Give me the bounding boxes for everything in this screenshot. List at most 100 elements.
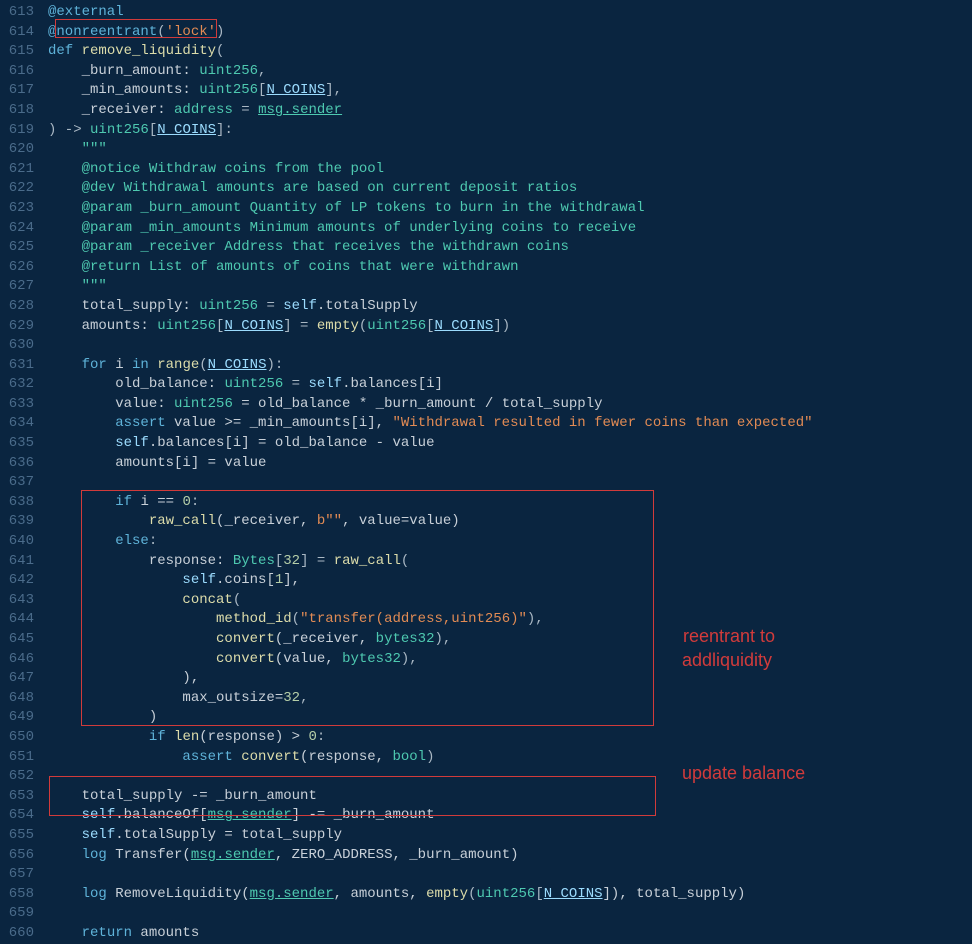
token-kw: assert bbox=[115, 415, 174, 431]
code-line: return amounts bbox=[48, 924, 972, 944]
line-number: 613 bbox=[0, 3, 34, 23]
token-cmt: """ bbox=[48, 141, 107, 157]
token-ident: Transfer( bbox=[115, 847, 191, 863]
code-line: total_supply -= _burn_amount bbox=[48, 787, 972, 807]
code-line: ) bbox=[48, 708, 972, 728]
line-number: 617 bbox=[0, 81, 34, 101]
token-msg: msg.sender bbox=[191, 847, 275, 863]
token-ident: (_receiver, bbox=[216, 513, 317, 529]
code-content: @external@nonreentrant('lock')def remove… bbox=[48, 3, 972, 944]
token-punct: , bbox=[300, 690, 308, 706]
code-line: convert(value, bytes32), bbox=[48, 650, 972, 670]
token-ident: ], bbox=[283, 572, 300, 588]
line-number: 644 bbox=[0, 610, 34, 630]
token-cmt: """ bbox=[48, 278, 107, 294]
token-punct: = bbox=[258, 298, 283, 314]
token-cmt: @notice Withdraw coins from the pool bbox=[48, 161, 384, 177]
token-ident: .totalSupply bbox=[317, 298, 418, 314]
token-ident: i == bbox=[140, 494, 182, 510]
token-ident: (response) > bbox=[199, 729, 308, 745]
line-number: 622 bbox=[0, 179, 34, 199]
token-ident: (_receiver, bbox=[275, 631, 376, 647]
line-number: 630 bbox=[0, 336, 34, 356]
token-self: self bbox=[182, 572, 216, 588]
code-line: @param _min_amounts Minimum amounts of u… bbox=[48, 219, 972, 239]
token-punct: ( bbox=[157, 24, 165, 40]
line-number: 642 bbox=[0, 571, 34, 591]
line-number: 658 bbox=[0, 885, 34, 905]
token-type: uint256 bbox=[367, 318, 426, 334]
line-number: 616 bbox=[0, 62, 34, 82]
token-ident: , ZERO_ADDRESS, _burn_amount) bbox=[275, 847, 519, 863]
token-kw: return bbox=[82, 925, 141, 941]
token-str: 'lock' bbox=[166, 24, 216, 40]
token-fn: convert bbox=[241, 749, 300, 765]
token-punct: ( bbox=[233, 592, 241, 608]
token-fn: convert bbox=[216, 651, 275, 667]
token-const: N_COINS bbox=[157, 122, 216, 138]
token-ident bbox=[48, 415, 115, 431]
token-fn: raw_call bbox=[149, 513, 216, 529]
code-line: self.balances[i] = old_balance - value bbox=[48, 434, 972, 454]
line-number: 648 bbox=[0, 689, 34, 709]
token-cmt: @return List of amounts of coins that we… bbox=[48, 259, 518, 275]
token-msg: msg.sender bbox=[250, 886, 334, 902]
token-punct: ) bbox=[426, 749, 434, 765]
token-str: b"" bbox=[317, 513, 342, 529]
token-ident: response: bbox=[48, 553, 233, 569]
code-line: @dev Withdrawal amounts are based on cur… bbox=[48, 179, 972, 199]
token-punct: = bbox=[283, 376, 308, 392]
token-const: N_COINS bbox=[208, 357, 267, 373]
token-ident: .balances[i] = old_balance - value bbox=[149, 435, 435, 451]
token-ident: .balances[i] bbox=[342, 376, 443, 392]
code-line: method_id("transfer(address,uint256)"), bbox=[48, 610, 972, 630]
token-fn: empty bbox=[426, 886, 468, 902]
line-number: 643 bbox=[0, 591, 34, 611]
line-number: 650 bbox=[0, 728, 34, 748]
token-punct: : bbox=[317, 729, 325, 745]
token-ident bbox=[48, 572, 182, 588]
token-ident: amounts: bbox=[48, 318, 157, 334]
token-ident: i bbox=[115, 357, 132, 373]
code-line: amounts: uint256[N_COINS] = empty(uint25… bbox=[48, 317, 972, 337]
code-line: """ bbox=[48, 140, 972, 160]
token-num: 0 bbox=[182, 494, 190, 510]
line-number: 623 bbox=[0, 199, 34, 219]
line-number-gutter: 6136146156166176186196206216226236246256… bbox=[0, 3, 48, 944]
code-line: assert convert(response, bool) bbox=[48, 748, 972, 768]
token-punct: ], bbox=[325, 82, 342, 98]
token-ident: RemoveLiquidity( bbox=[115, 886, 249, 902]
code-editor: 6136146156166176186196206216226236246256… bbox=[0, 0, 972, 944]
token-punct: ), bbox=[527, 611, 544, 627]
token-str: "transfer(address,uint256)" bbox=[300, 611, 527, 627]
token-ident: ) bbox=[48, 709, 157, 725]
line-number: 636 bbox=[0, 454, 34, 474]
code-line bbox=[48, 904, 972, 924]
token-punct: : bbox=[149, 533, 157, 549]
token-ident bbox=[48, 729, 149, 745]
token-fn: remove_liquidity bbox=[82, 43, 216, 59]
code-line: if len(response) > 0: bbox=[48, 728, 972, 748]
line-number: 627 bbox=[0, 277, 34, 297]
token-punct: [ bbox=[149, 122, 157, 138]
token-str: "Withdrawal resulted in fewer coins than… bbox=[392, 415, 812, 431]
line-number: 638 bbox=[0, 493, 34, 513]
token-num: 0 bbox=[308, 729, 316, 745]
code-line: concat( bbox=[48, 591, 972, 611]
code-line bbox=[48, 473, 972, 493]
code-line: for i in range(N_COINS): bbox=[48, 356, 972, 376]
token-punct: , bbox=[258, 63, 266, 79]
code-line: _min_amounts: uint256[N_COINS], bbox=[48, 81, 972, 101]
token-cmt: @param _receiver Address that receives t… bbox=[48, 239, 569, 255]
line-number: 621 bbox=[0, 160, 34, 180]
token-self: self bbox=[308, 376, 342, 392]
token-punct: : bbox=[191, 494, 199, 510]
token-punct: ]: bbox=[216, 122, 233, 138]
token-cmt: @dev Withdrawal amounts are based on cur… bbox=[48, 180, 577, 196]
token-fn: empty bbox=[317, 318, 359, 334]
token-const: N_COINS bbox=[544, 886, 603, 902]
token-ident bbox=[48, 925, 82, 941]
code-line: response: Bytes[32] = raw_call( bbox=[48, 552, 972, 572]
token-punct: ( bbox=[292, 611, 300, 627]
token-ident bbox=[48, 886, 82, 902]
